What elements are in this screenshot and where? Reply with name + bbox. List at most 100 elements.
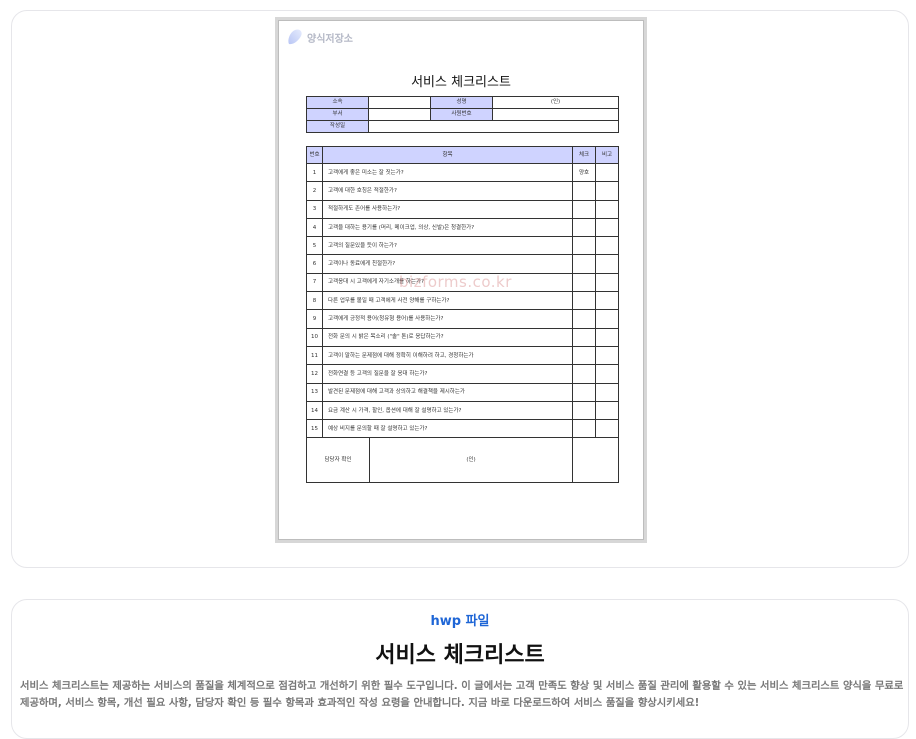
item-number: 15 <box>306 419 323 439</box>
item-number: 12 <box>306 364 323 384</box>
item-note <box>595 254 619 274</box>
item-check <box>572 181 596 201</box>
checklist-row: 2 고객에 대한 호칭은 적절한가? <box>306 181 619 201</box>
checklist-row: 10 전화 문의 시 밝은 목소리 ("솔" 톤)로 응답하는가? <box>306 327 619 347</box>
item-text: 고객이 말하는 문제점에 대해 정확히 이해하려 하고, 경청하는가 <box>322 345 573 366</box>
item-note <box>595 181 619 201</box>
file-type-label: hwp 파일 <box>430 614 490 629</box>
item-text: 다른 업무를 볼일 때 고객에게 사전 양해를 구하는가? <box>322 291 573 311</box>
item-text: 요금 계산 시 가격, 할인, 옵션에 대해 잘 설명하고 있는가? <box>322 400 573 421</box>
item-check <box>572 291 596 311</box>
item-number: 3 <box>306 199 323 219</box>
item-check <box>572 199 596 219</box>
checklist-row: 15 예상 비지를 문의할 때 잘 설명하고 있는가? <box>306 419 619 439</box>
watermark: bizforms.co.kr <box>399 273 512 291</box>
checklist-row: 4 고객을 대하는 용기를 (머리, 메이크업, 의상, 신발)은 청결한가? <box>306 217 619 238</box>
item-note <box>595 382 619 402</box>
item-check <box>572 400 596 421</box>
checklist-row: 14 요금 계산 시 가격, 할인, 옵션에 대해 잘 설명하고 있는가? <box>306 400 619 421</box>
item-check: 양호 <box>572 162 596 183</box>
item-text: 고객을 대하는 용기를 (머리, 메이크업, 의상, 신발)은 청결한가? <box>322 217 573 238</box>
item-check <box>572 382 596 402</box>
item-number: 8 <box>306 291 323 311</box>
item-number: 7 <box>306 272 323 293</box>
item-number: 5 <box>306 236 323 256</box>
sign-seal: (인) <box>466 457 476 464</box>
item-text: 전화 문의 시 밝은 목소리 ("솔" 톤)로 응답하는가? <box>322 327 573 347</box>
item-number: 4 <box>306 217 323 238</box>
checklist-table: 번호 항목 체크 비고 1 고객에게 좋은 미소는 잘 짓는가? 양호 2 고객에 대한… <box>306 146 619 484</box>
date-value <box>368 120 619 133</box>
item-text: 고객의 질문있을 듯이 하는가? <box>322 236 573 256</box>
item-note <box>595 400 619 421</box>
item-text: 예상 비지를 문의할 때 잘 설명하고 있는가? <box>322 419 573 439</box>
item-text: 고객에게 긍정적 용어(청유형 용어)를 사용하는가? <box>322 309 573 329</box>
page-title: 서비스 체크리스트 <box>375 643 545 668</box>
item-text: 전화연결 등 고객의 질문을 잘 응대 하는가? <box>322 364 573 384</box>
item-text: 적절하게도 존어를 사용하는가? <box>322 199 573 219</box>
item-check <box>572 272 596 293</box>
item-check <box>572 364 596 384</box>
employee-no-value <box>492 108 619 121</box>
document-preview-card: 양식저장소 서비스 체크리스트 소속 성명 (인) 부서 사원번호 작성일 번호… <box>11 10 909 568</box>
item-number: 9 <box>306 309 323 329</box>
dept-value <box>368 108 431 121</box>
affiliation-value <box>368 96 431 109</box>
logo-text: 양식저장소 <box>307 33 353 45</box>
item-number: 2 <box>306 181 323 201</box>
document-preview-frame[interactable]: 양식저장소 서비스 체크리스트 소속 성명 (인) 부서 사원번호 작성일 번호… <box>275 17 647 543</box>
item-note <box>595 162 619 183</box>
checklist-header-row: 번호 항목 체크 비고 <box>306 146 619 164</box>
item-note <box>595 364 619 384</box>
item-note <box>595 291 619 311</box>
document-title: 서비스 체크리스트 <box>411 75 511 90</box>
dept-label: 부서 <box>306 108 369 121</box>
name-seal: (인) <box>492 96 619 109</box>
affiliation-label: 소속 <box>306 96 369 109</box>
item-number: 11 <box>306 345 323 366</box>
item-number: 10 <box>306 327 323 347</box>
item-note <box>595 199 619 219</box>
item-check <box>572 345 596 366</box>
item-note <box>595 345 619 366</box>
checklist-row: 5 고객의 질문있을 듯이 하는가? <box>306 236 619 256</box>
employee-no-label: 사원번호 <box>430 108 493 121</box>
item-note <box>595 236 619 256</box>
header-item: 항목 <box>322 146 573 164</box>
date-label: 작성일 <box>306 120 369 133</box>
checklist-row: 11 고객이 말하는 문제점에 대해 정확히 이해하려 하고, 경청하는가 <box>306 345 619 366</box>
header-check: 체크 <box>572 146 596 164</box>
header-note: 비고 <box>595 146 619 164</box>
item-number: 6 <box>306 254 323 274</box>
item-number: 1 <box>306 162 323 183</box>
checklist-row: 9 고객에게 긍정적 용어(청유형 용어)를 사용하는가? <box>306 309 619 329</box>
item-note <box>595 217 619 238</box>
item-check <box>572 309 596 329</box>
item-check <box>572 327 596 347</box>
item-note <box>595 309 619 329</box>
item-number: 13 <box>306 382 323 402</box>
name-label: 성명 <box>430 96 493 109</box>
document-page: 양식저장소 서비스 체크리스트 소속 성명 (인) 부서 사원번호 작성일 번호… <box>278 20 644 540</box>
item-number: 14 <box>306 400 323 421</box>
item-check <box>572 254 596 274</box>
logo-icon <box>288 29 302 45</box>
checklist-row: 6 고객이나 동료에게 친절한가? <box>306 254 619 274</box>
item-note <box>595 419 619 439</box>
item-text: 고객에 대한 호칭은 적절한가? <box>322 181 573 201</box>
header-no: 번호 <box>306 146 323 164</box>
file-info-card: hwp 파일 서비스 체크리스트 서비스 체크리스트는 제공하는 서비스의 품질… <box>11 599 909 739</box>
employee-info-table: 소속 성명 (인) 부서 사원번호 작성일 <box>306 96 619 133</box>
checklist-row: 8 다른 업무를 볼일 때 고객에게 사전 양해를 구하는가? <box>306 291 619 311</box>
item-text: 발견된 문제점에 대해 고객과 상의하고 해결책을 제시하는가 <box>322 382 573 402</box>
item-check <box>572 419 596 439</box>
item-check <box>572 217 596 238</box>
item-note <box>595 272 619 293</box>
sign-row: 담당자 확인 (인) <box>306 437 619 484</box>
checklist-row: 12 전화연결 등 고객의 질문을 잘 응대 하는가? <box>306 364 619 384</box>
checklist-row: 1 고객에게 좋은 미소는 잘 짓는가? 양호 <box>306 162 619 183</box>
checklist-row: 13 발견된 문제점에 대해 고객과 상의하고 해결책을 제시하는가 <box>306 382 619 402</box>
checklist-row: 3 적절하게도 존어를 사용하는가? <box>306 199 619 219</box>
item-text: 고객에게 좋은 미소는 잘 짓는가? <box>322 162 573 183</box>
item-note <box>595 327 619 347</box>
